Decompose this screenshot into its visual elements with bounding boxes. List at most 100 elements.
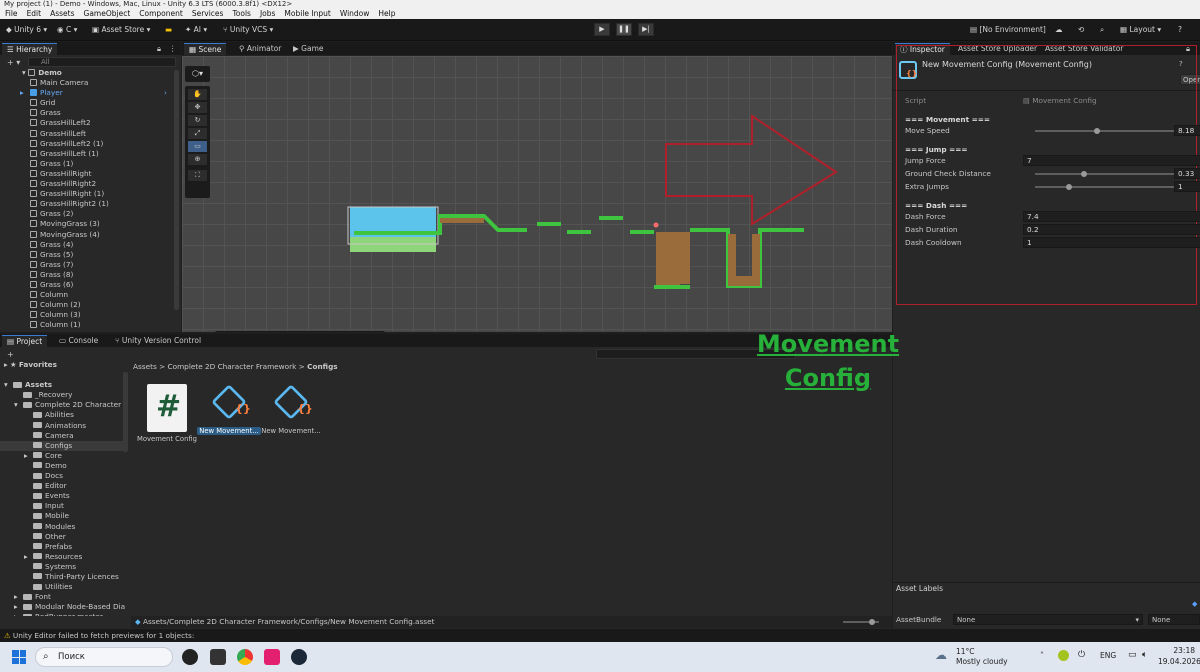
environment-selector[interactable]: ▤ [No Environment]	[970, 24, 1046, 36]
tray-power-icon[interactable]: ⏻	[1078, 650, 1085, 660]
menu-item-tools[interactable]: Tools	[232, 8, 250, 19]
favorites-item[interactable]: ▸ ★ Favorites	[0, 360, 125, 370]
project-folder-item[interactable]: Animations	[0, 421, 125, 431]
tab-project[interactable]: ▤ Project	[2, 335, 48, 347]
project-folder-item[interactable]: Utilities	[0, 582, 125, 592]
folder-expand-icon[interactable]: ▸	[14, 612, 23, 616]
hierarchy-item[interactable]: Main Camera	[0, 78, 172, 88]
tab-hierarchy[interactable]: ☰ Hierarchy	[2, 43, 58, 55]
ai-button[interactable]: ✦ AI ▾	[185, 24, 207, 36]
hierarchy-item[interactable]: Grass (8)	[0, 270, 172, 280]
hierarchy-item[interactable]: ▸ › Player	[0, 88, 172, 98]
hierarchy-item[interactable]: GrassHillRight (1)	[0, 189, 172, 199]
project-folder-item[interactable]: Demo	[0, 461, 125, 471]
project-folder-item[interactable]: ▾ Assets	[0, 380, 125, 390]
hierarchy-item[interactable]: Grass (2)	[0, 209, 172, 219]
asset-movement-config-script[interactable]: # Movement Config	[135, 384, 199, 443]
search-icon[interactable]: ⌕	[1100, 24, 1104, 36]
hierarchy-search-input[interactable]: All	[28, 57, 176, 67]
hierarchy-item[interactable]: GrassHillRight2	[0, 179, 172, 189]
hierarchy-item[interactable]: Grass (7)	[0, 260, 172, 270]
hierarchy-item[interactable]: GrassHillLeft	[0, 129, 172, 139]
cloud-button[interactable]: ◉ C ▾	[57, 24, 77, 36]
account-button[interactable]: ◆ Unity 6 ▾	[6, 24, 47, 36]
step-button[interactable]: ▶|	[638, 23, 654, 36]
project-folder-item[interactable]: Editor	[0, 481, 125, 491]
status-bar[interactable]: ⚠ Unity Editor failed to fetch previews …	[0, 629, 1200, 642]
ground-check-field[interactable]: 0.33	[1174, 168, 1200, 179]
chevron-right-icon[interactable]: ›	[164, 88, 167, 98]
icon-size-knob[interactable]	[869, 619, 875, 625]
more-icon[interactable]: ⋮	[164, 43, 182, 55]
menu-item-services[interactable]: Services	[192, 8, 224, 19]
breadcrumb-assets[interactable]: Assets	[133, 362, 157, 371]
hierarchy-item[interactable]: MovingGrass (3)	[0, 219, 172, 229]
move-speed-knob[interactable]	[1093, 128, 1100, 134]
vcs-button[interactable]: ⑂ Unity VCS ▾	[223, 24, 273, 36]
folder-expand-icon[interactable]: ▸	[24, 451, 33, 461]
project-folder-item[interactable]: _Recovery	[0, 390, 125, 400]
volume-icon[interactable]: 🔈︎	[1142, 650, 1147, 660]
history-icon[interactable]: ⟲	[1078, 24, 1084, 36]
tab-version-control[interactable]: ⑂ Unity Version Control	[110, 335, 206, 347]
folder-expand-icon[interactable]: ▸	[24, 552, 33, 562]
jump-force-field[interactable]: 7	[1023, 155, 1200, 166]
project-folder-item[interactable]: Mobile	[0, 511, 125, 521]
play-button[interactable]: ▶	[594, 23, 610, 36]
breadcrumb-configs[interactable]: Configs	[307, 362, 338, 371]
hierarchy-item[interactable]: Column (3)	[0, 310, 172, 320]
ground-check-knob[interactable]	[1081, 171, 1088, 177]
menu-item-jobs[interactable]: Jobs	[260, 8, 275, 19]
rider-icon[interactable]	[264, 649, 280, 665]
chrome-icon[interactable]	[237, 649, 253, 665]
hierarchy-scrollbar[interactable]	[174, 70, 179, 310]
move-speed-field[interactable]: 8.18	[1174, 125, 1200, 136]
extra-jumps-field[interactable]: 1	[1174, 181, 1200, 192]
project-folder-item[interactable]: Camera	[0, 431, 125, 441]
ground-check-slider[interactable]	[1035, 171, 1181, 177]
tray-app-icon[interactable]	[1058, 650, 1069, 661]
steam-icon[interactable]	[291, 649, 307, 665]
tree-scrollbar[interactable]	[123, 372, 128, 452]
asset-new-movement-config[interactable]: {} New Movement...	[197, 384, 261, 435]
taskbar-search[interactable]: ⌕ Поиск	[35, 647, 173, 667]
project-folder-item[interactable]: ▸ Resources	[0, 552, 125, 562]
project-folder-item[interactable]: Docs	[0, 471, 125, 481]
hierarchy-item[interactable]: Grass (6)	[0, 280, 172, 290]
menu-item-edit[interactable]: Edit	[27, 8, 42, 19]
menu-item-mobile-input[interactable]: Mobile Input	[284, 8, 330, 19]
label-tag-icon[interactable]: ◆	[1192, 600, 1197, 608]
hierarchy-item[interactable]: GrassHillLeft2 (1)	[0, 139, 172, 149]
hierarchy-item[interactable]: Column (2)	[0, 300, 172, 310]
network-icon[interactable]: ▭	[1128, 650, 1137, 660]
unity-hub-icon[interactable]	[182, 649, 198, 665]
hierarchy-item[interactable]: GrassHillLeft (1)	[0, 149, 172, 159]
expand-arrow-icon[interactable]: ▸	[20, 88, 24, 98]
unity-editor-icon[interactable]	[210, 649, 226, 665]
folder-expand-icon[interactable]: ▾	[4, 380, 13, 390]
package-icon[interactable]: ▬	[165, 24, 172, 36]
hierarchy-item[interactable]: GrassHillRight	[0, 169, 172, 179]
start-icon[interactable]	[12, 650, 26, 664]
menu-item-component[interactable]: Component	[139, 8, 183, 19]
asset-new-movement-config-2[interactable]: {} New Movement...	[259, 384, 323, 435]
help-icon[interactable]: ?	[1178, 24, 1182, 36]
tray-chevron-icon[interactable]: ˄	[1040, 651, 1044, 660]
project-folder-item[interactable]: Modules	[0, 522, 125, 532]
menu-item-file[interactable]: File	[5, 8, 18, 19]
move-speed-slider[interactable]	[1035, 128, 1181, 134]
language-indicator[interactable]: ENG	[1100, 651, 1116, 660]
cloud-icon[interactable]: ☁	[1055, 24, 1063, 36]
hierarchy-item[interactable]: Grass	[0, 108, 172, 118]
project-folder-item[interactable]: ▸ Font	[0, 592, 125, 602]
asset-variant-select[interactable]: None	[1148, 614, 1200, 625]
clock-time[interactable]: 23:18	[1165, 646, 1195, 655]
tab-animator[interactable]: ⚲ Animator	[234, 43, 286, 55]
folder-expand-icon[interactable]: ▾	[14, 400, 23, 410]
project-folder-item[interactable]: Systems	[0, 562, 125, 572]
pause-button[interactable]: ❚❚	[616, 23, 632, 36]
hierarchy-item[interactable]: Grass (5)	[0, 250, 172, 260]
project-folder-item[interactable]: ▸ Core	[0, 451, 125, 461]
hierarchy-item[interactable]: Column (1)	[0, 320, 172, 330]
scene-viewport[interactable]: ⬡▾ ✋ ✥ ↻ ⤢ ▭ ⊕ ⛶	[182, 56, 892, 332]
